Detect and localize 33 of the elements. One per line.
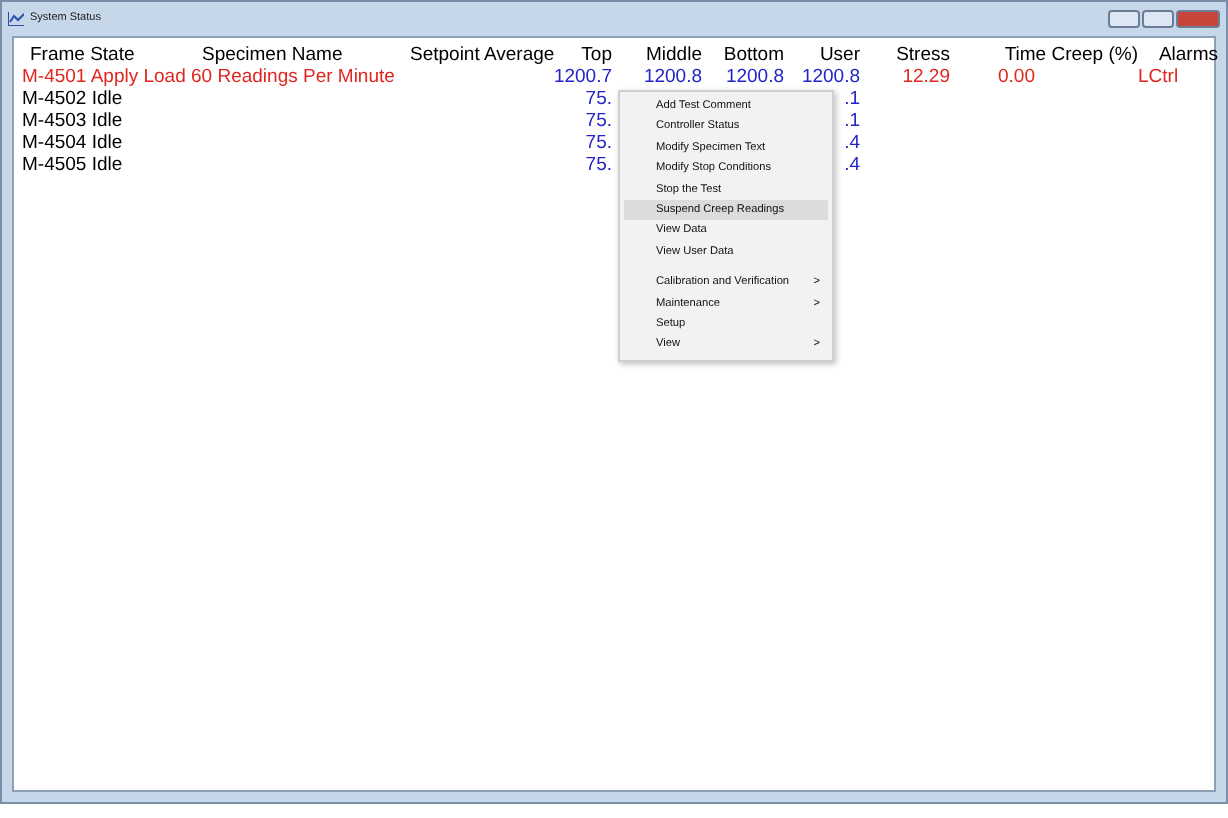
- frame-state-cell: M-4504 Idle: [22, 132, 123, 154]
- column-header: Top: [581, 44, 612, 66]
- chart-icon: [8, 12, 24, 26]
- user-cell: 1200.8: [801, 66, 860, 88]
- bottom-cell: 1200.8: [725, 66, 784, 88]
- top-cell: 75.: [585, 88, 612, 110]
- time-creep-cell: 0.00: [998, 66, 1035, 88]
- column-header: Bottom: [723, 44, 784, 66]
- middle-cell: 1200.8: [643, 66, 702, 88]
- frame-state-cell: M-4502 Idle: [22, 88, 123, 110]
- alarms-cell: LCtrl: [1138, 66, 1179, 88]
- top-cell: 1200.7: [553, 66, 612, 88]
- user-cell: .1: [844, 110, 860, 132]
- column-header: Time Creep (%): [1004, 44, 1138, 66]
- user-cell: .4: [844, 154, 860, 176]
- frame-state-cell: M-4501 Apply Load 60 Readings Per Minute: [22, 66, 395, 88]
- column-header: Frame State: [30, 44, 135, 66]
- top-cell: 75.: [585, 132, 612, 154]
- column-header: Middle: [646, 44, 702, 66]
- frame-state-cell: M-4503 Idle: [22, 110, 123, 132]
- user-cell: .1: [844, 88, 860, 110]
- column-header: Alarms: [1158, 44, 1218, 66]
- stress-cell: 12.29: [902, 66, 950, 88]
- column-header: Stress: [896, 44, 950, 66]
- maximize-button[interactable]: [1142, 10, 1174, 28]
- minimize-button[interactable]: [1108, 10, 1140, 28]
- top-cell: 75.: [585, 154, 612, 176]
- column-header: User: [819, 44, 860, 66]
- frame-state-cell: M-4505 Idle: [22, 154, 123, 176]
- column-header: Specimen Name: [202, 44, 343, 66]
- user-cell: .4: [844, 132, 860, 154]
- top-cell: 75.: [585, 110, 612, 132]
- column-header: Setpoint Average: [410, 44, 555, 66]
